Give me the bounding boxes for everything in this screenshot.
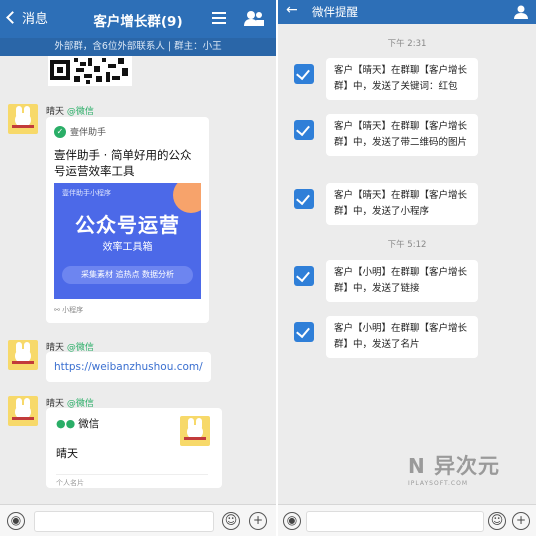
add-icon[interactable]: +	[249, 512, 267, 530]
mini-program-label: ⚯ 小程序	[54, 306, 84, 314]
menu-icon[interactable]	[212, 12, 226, 24]
qr-code-image[interactable]	[48, 56, 132, 86]
reminder-item[interactable]: 客户【晴天】在群聊【客户增长群】中，发送了关键词：红包	[286, 58, 536, 100]
emoji-icon[interactable]: ☺	[488, 512, 506, 530]
profile-icon[interactable]	[514, 5, 528, 19]
brand-logo-icon: ✓	[54, 125, 66, 138]
reminder-item[interactable]: 客户【晴天】在群聊【客户增长群】中，发送了小程序	[286, 183, 536, 225]
card-avatar	[180, 416, 210, 446]
message-input[interactable]	[306, 511, 484, 532]
link-message[interactable]: https://weibanzhushou.com/	[46, 352, 211, 382]
reminder-item[interactable]: 客户【小明】在群聊【客户增长群】中，发送了名片	[286, 316, 536, 358]
sender-name: 晴天 @微信	[46, 107, 94, 117]
checkbox-icon	[294, 64, 314, 84]
voice-icon[interactable]: ◉	[283, 512, 301, 530]
avatar[interactable]	[8, 104, 38, 134]
group-chat-panel: 消息 客户增长群(9) 外部群，含6位外部联系人 | 群主：小王 晴天 @微信 …	[0, 0, 276, 536]
wechat-icon: ●●	[56, 417, 76, 430]
timestamp: 下午 5:12	[387, 240, 427, 250]
timestamp: 下午 2:31	[387, 39, 427, 49]
mini-program-card[interactable]: ✓ 壹伴助手 壹伴助手 · 简单好用的公众号运营效率工具 壹伴助手小程序 公众号…	[46, 117, 209, 323]
mini-program-brand: ✓ 壹伴助手	[54, 125, 106, 138]
reminder-item[interactable]: 客户【晴天】在群聊【客户增长群】中，发送了带二维码的图片	[286, 114, 536, 156]
checkbox-icon	[294, 120, 314, 140]
add-icon[interactable]: +	[512, 512, 530, 530]
reminder-header: ← 微伴提醒	[278, 0, 536, 24]
input-bar: ◉ ☺ +	[0, 504, 276, 536]
reminder-title: 微伴提醒	[312, 5, 358, 19]
contact-card[interactable]: ●● 微信 晴天 个人名片	[46, 408, 222, 488]
avatar[interactable]	[8, 396, 38, 426]
group-info-bar: 外部群，含6位外部联系人 | 群主：小王	[0, 38, 276, 56]
checkbox-icon	[294, 189, 314, 209]
watermark-logo: N 异次元 IPLAYSOFT.COM	[408, 454, 501, 487]
chat-header: 消息 客户增长群(9)	[0, 0, 276, 38]
avatar[interactable]	[8, 340, 38, 370]
reminder-item[interactable]: 客户【小明】在群聊【客户增长群】中，发送了链接	[286, 260, 536, 302]
voice-icon[interactable]: ◉	[7, 512, 25, 530]
message-input[interactable]	[34, 511, 214, 532]
checkbox-icon	[294, 266, 314, 286]
back-arrow-icon[interactable]: ←	[286, 2, 298, 18]
checkbox-icon	[294, 322, 314, 342]
card-name: 晴天	[56, 447, 78, 460]
chat-title: 客户增长群(9)	[93, 14, 183, 30]
emoji-icon[interactable]: ☺	[222, 512, 240, 530]
input-bar: ◉ ☺ +	[278, 504, 536, 536]
group-members-icon[interactable]	[244, 10, 264, 26]
mini-program-banner: 壹伴助手小程序 公众号运营 效率工具箱 采集素材 追热点 数据分析	[54, 183, 201, 299]
mini-program-title: 壹伴助手 · 简单好用的公众号运营效率工具	[54, 148, 192, 178]
card-type: 个人名片	[56, 474, 208, 488]
card-platform: ●● 微信	[56, 417, 100, 430]
reminder-panel: ← 微伴提醒 下午 2:31 客户【晴天】在群聊【客户增长群】中，发送了关键词：…	[278, 0, 536, 536]
